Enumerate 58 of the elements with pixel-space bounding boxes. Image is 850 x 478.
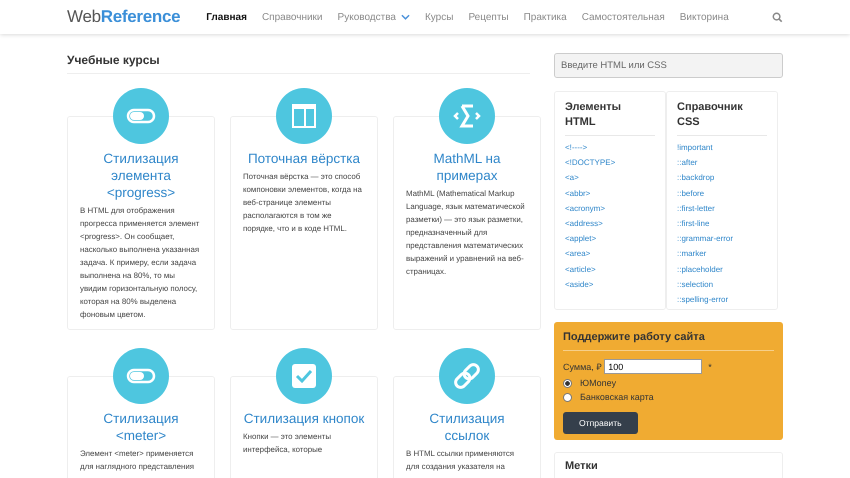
layout-icon xyxy=(276,88,332,144)
section-title: Учебные курсы xyxy=(67,53,530,74)
reference-link[interactable]: ::placeholder xyxy=(677,262,767,277)
course-title[interactable]: Стилизация <meter> xyxy=(80,410,202,444)
nav-link[interactable]: Курсы xyxy=(424,12,454,22)
amount-label: Сумма, ₽ xyxy=(563,361,602,374)
nav-link[interactable]: Практика xyxy=(524,12,567,22)
reference-link[interactable]: <abbr> xyxy=(565,186,655,201)
nav-link[interactable]: Главная xyxy=(206,12,247,22)
reference-link[interactable]: !important xyxy=(677,140,767,156)
reference-link[interactable]: <!----> xyxy=(565,140,655,156)
reference-link[interactable]: ::first-line xyxy=(677,216,767,232)
site-logo[interactable]: WebReference xyxy=(67,7,180,27)
reference-link[interactable]: <!DOCTYPE> xyxy=(565,155,655,170)
panel-title: Элементы HTML xyxy=(565,92,655,136)
panel-title: Справочник CSS xyxy=(677,92,767,136)
reference-link[interactable]: <applet> xyxy=(565,231,655,246)
link-icon xyxy=(439,348,495,404)
reference-link[interactable]: ::before xyxy=(677,186,767,201)
reference-link[interactable]: ::after xyxy=(677,155,767,170)
amount-field[interactable]: 100 xyxy=(604,359,702,374)
course-title[interactable]: Стилизация элемента <progress> xyxy=(80,150,202,201)
nav-link[interactable]: Справочники xyxy=(262,12,323,22)
nav-link[interactable]: Рецепты xyxy=(468,12,509,22)
course-card[interactable] xyxy=(67,116,215,330)
reference-link[interactable]: ::grammar-error xyxy=(677,231,767,246)
reference-link[interactable]: ::spelling-error xyxy=(677,292,767,308)
reference-link[interactable]: <address> xyxy=(565,216,655,232)
radio-label[interactable]: ЮMoney xyxy=(580,378,616,388)
radio-label[interactable]: Банковская карта xyxy=(580,392,654,402)
nav-link[interactable]: Викторина xyxy=(680,12,729,22)
course-title[interactable]: Стилизация кнопок xyxy=(243,410,365,427)
radio-button[interactable] xyxy=(563,378,572,388)
reference-link[interactable]: <aside> xyxy=(565,276,655,292)
tags-title: Метки xyxy=(565,459,599,474)
required-mark: * xyxy=(708,362,712,372)
radio-button[interactable] xyxy=(563,392,572,402)
reference-link[interactable]: ::first-letter xyxy=(677,200,767,216)
reference-link[interactable]: ::backdrop xyxy=(677,170,767,186)
course-title[interactable]: Поточная вёрстка xyxy=(243,150,365,167)
nav-link[interactable]: Самостоятельная xyxy=(582,12,665,22)
search-icon[interactable] xyxy=(772,12,783,22)
reference-link[interactable]: <article> xyxy=(565,262,655,277)
search-field[interactable]: Введите HTML или CSS xyxy=(554,53,783,78)
pill-icon xyxy=(113,88,169,144)
reference-link[interactable]: <area> xyxy=(565,246,655,262)
pill-icon xyxy=(113,348,169,404)
course-title[interactable]: Стилизация ссылок xyxy=(406,410,528,444)
sigma-icon xyxy=(439,88,495,144)
course-title[interactable]: MathML на примерах xyxy=(406,150,528,184)
reference-link[interactable]: <acronym> xyxy=(565,200,655,216)
submit-button[interactable]: Отправить xyxy=(563,412,638,434)
checkbox-icon xyxy=(276,348,332,404)
reference-link[interactable]: ::selection xyxy=(677,276,767,292)
donate-title: Поддержите работу сайта xyxy=(563,322,774,352)
reference-link[interactable]: ::marker xyxy=(677,246,767,262)
reference-link[interactable]: <a> xyxy=(565,170,655,186)
nav-link[interactable]: Руководства xyxy=(338,12,410,22)
